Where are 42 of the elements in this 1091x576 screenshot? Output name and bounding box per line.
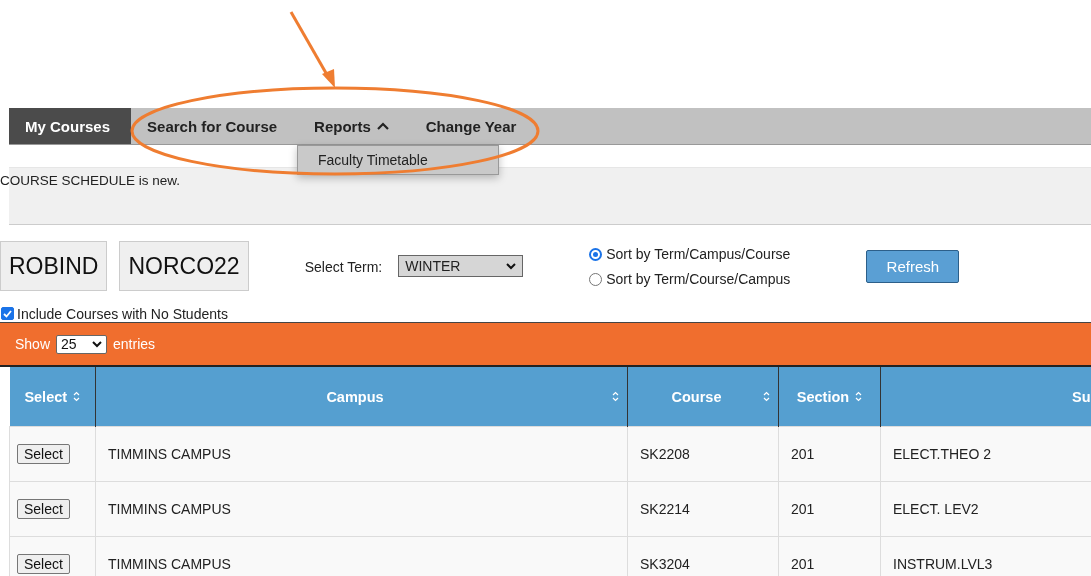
code-label: ROBIND bbox=[0, 241, 108, 291]
table-cell: 201 bbox=[791, 501, 815, 517]
nav-tab[interactable]: Search for Course bbox=[131, 108, 299, 144]
sort-icon bbox=[612, 391, 619, 402]
caret-icon bbox=[506, 262, 517, 270]
check-icon bbox=[3, 309, 12, 318]
sort-icon bbox=[855, 391, 863, 402]
nav-tab[interactable]: Reports bbox=[298, 108, 410, 144]
table-cell: ELECT. LEV2 bbox=[893, 501, 979, 517]
radio-button[interactable] bbox=[589, 247, 603, 261]
nav-tab[interactable]: Change Year bbox=[409, 108, 538, 144]
select-button[interactable]: Select bbox=[17, 444, 70, 464]
show-label: Show bbox=[15, 336, 51, 352]
radio-button[interactable] bbox=[589, 272, 603, 286]
table-cell: 201 bbox=[791, 446, 815, 462]
table-cell: INSTRUM.LVL3 bbox=[893, 556, 993, 572]
code-label: NORCO22 bbox=[119, 241, 249, 291]
select-button[interactable]: Select bbox=[17, 554, 70, 574]
table-cell: SK2214 bbox=[640, 501, 690, 517]
radio-label: Sort by Term/Campus/Course bbox=[606, 246, 791, 262]
radio-label: Sort by Term/Course/Campus bbox=[606, 271, 791, 287]
table-cell: ELECT.THEO 2 bbox=[893, 446, 992, 462]
table-cell: SK2208 bbox=[640, 446, 690, 462]
table-cell: 201 bbox=[791, 556, 815, 572]
table-cell: TIMMINS CAMPUS bbox=[108, 446, 231, 462]
entries-label: entries bbox=[113, 336, 156, 352]
select-button[interactable]: Select bbox=[17, 499, 70, 519]
nav-tab[interactable]: My Courses bbox=[9, 108, 132, 144]
table-cell: TIMMINS CAMPUS bbox=[108, 556, 231, 572]
caret-icon bbox=[92, 340, 103, 348]
chevron-icon bbox=[376, 122, 389, 130]
entries-select[interactable]: 25 bbox=[56, 334, 108, 354]
sort-icon bbox=[763, 391, 770, 402]
term-label: Select Term: bbox=[304, 259, 383, 275]
checkbox-label: Include Courses with No Students bbox=[17, 305, 228, 322]
notice-text: COURSE SCHEDULE is new. bbox=[0, 172, 182, 188]
checkbox[interactable] bbox=[1, 307, 14, 320]
menu-item[interactable]: Faculty Timetable bbox=[298, 152, 428, 168]
term-select[interactable]: WINTER bbox=[398, 255, 524, 277]
table-cell: TIMMINS CAMPUS bbox=[108, 501, 231, 517]
table-cell: SK3204 bbox=[640, 556, 690, 572]
sort-icon bbox=[73, 391, 81, 402]
